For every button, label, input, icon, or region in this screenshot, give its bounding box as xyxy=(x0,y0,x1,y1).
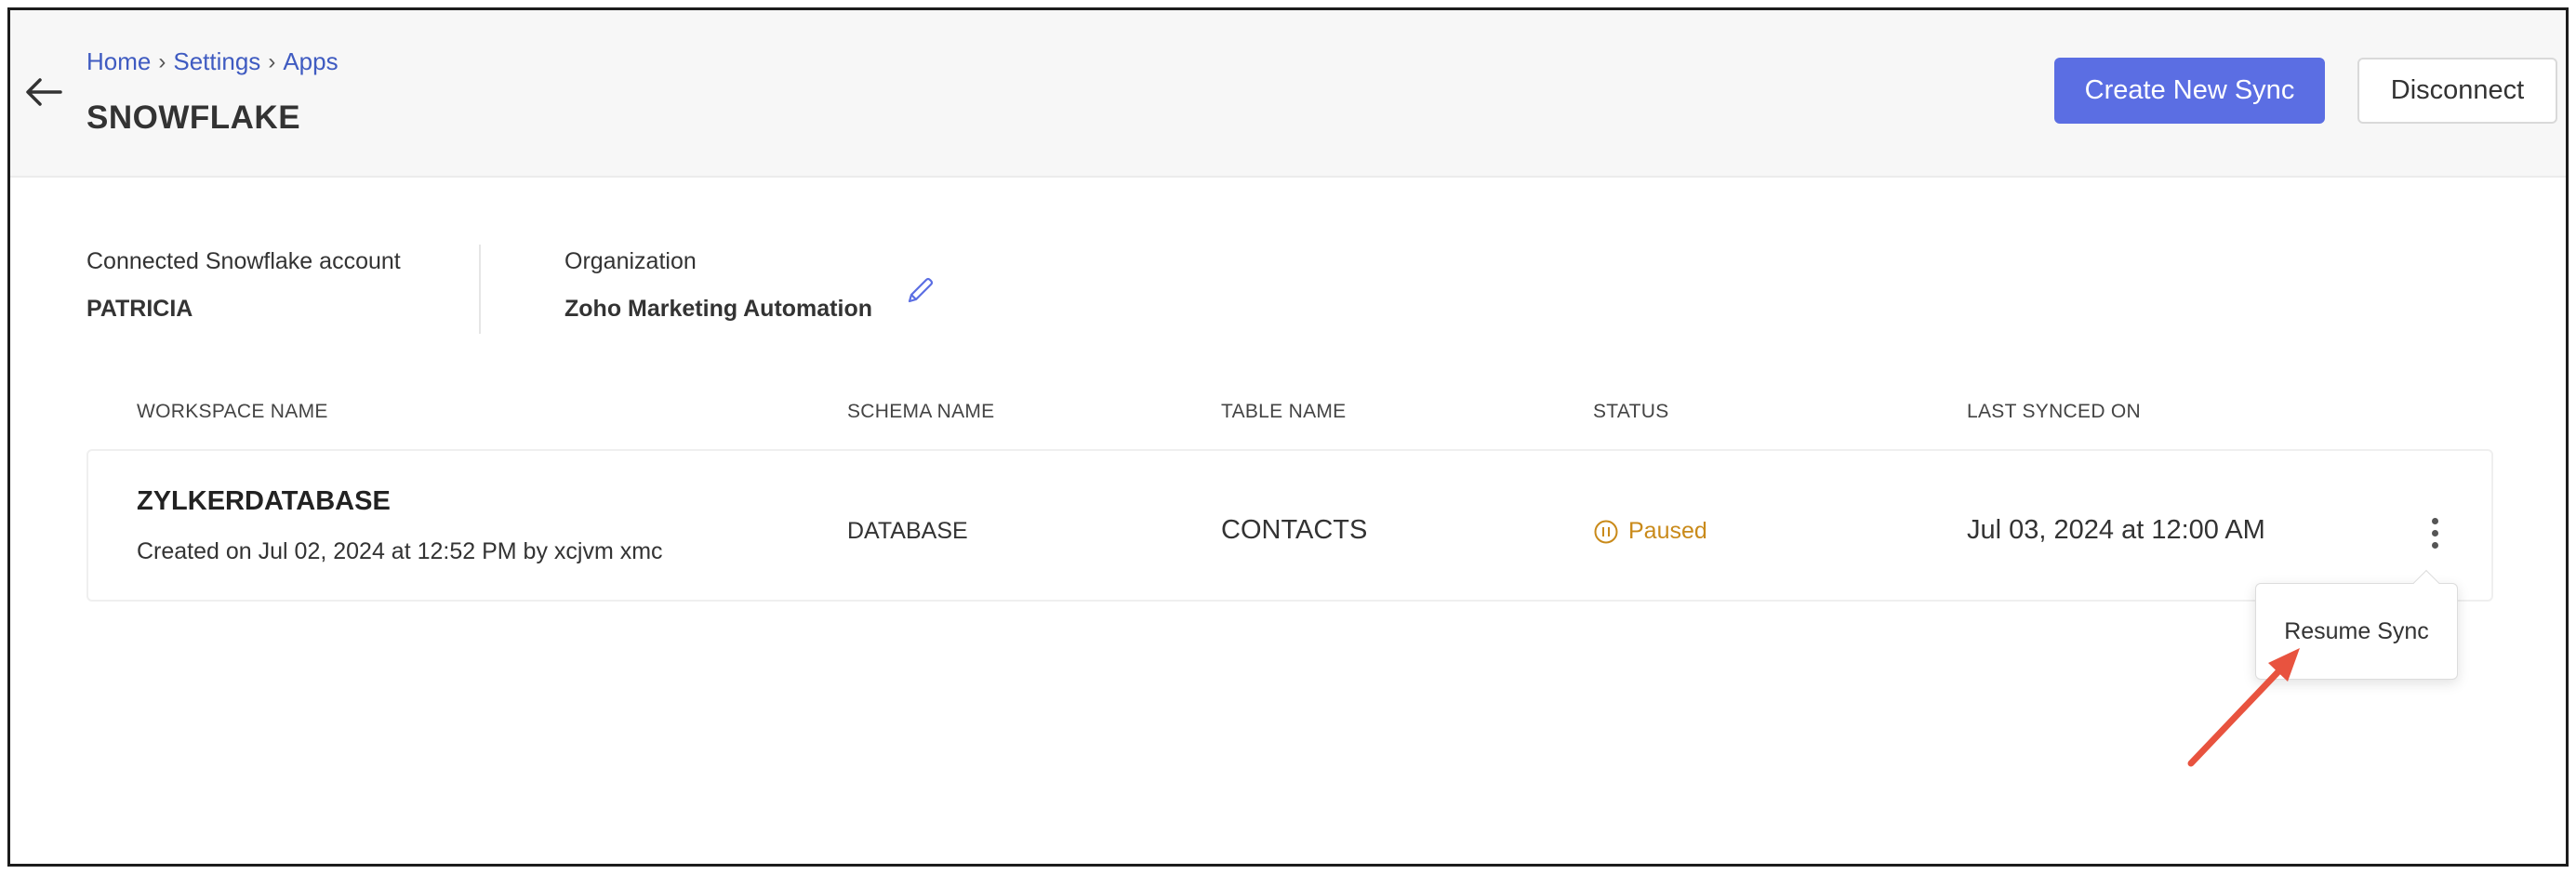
kebab-menu-icon[interactable] xyxy=(2421,510,2449,555)
column-header-last-synced: LAST SYNCED ON xyxy=(1967,401,2142,422)
connected-account-block: Connected Snowflake account PATRICIA xyxy=(86,248,401,323)
disconnect-button[interactable]: Disconnect xyxy=(2357,58,2557,124)
resume-sync-menu-item[interactable]: Resume Sync xyxy=(2256,584,2457,679)
breadcrumb: Home › Settings › Apps xyxy=(86,47,339,76)
workspace-created-info: Created on Jul 02, 2024 at 12:52 PM by x… xyxy=(137,538,663,564)
breadcrumb-separator: › xyxy=(268,48,276,74)
pause-circle-icon xyxy=(1594,520,1618,543)
column-header-status: STATUS xyxy=(1593,401,1669,422)
breadcrumb-apps[interactable]: Apps xyxy=(283,47,338,76)
status-badge: Paused xyxy=(1593,518,1707,545)
table-name: CONTACTS xyxy=(1221,515,1368,545)
connected-account-value: PATRICIA xyxy=(86,296,193,322)
page-header: Home › Settings › Apps SNOWFLAKE Create … xyxy=(10,10,2566,178)
organization-label: Organization xyxy=(564,248,697,274)
breadcrumb-home[interactable]: Home xyxy=(86,47,151,76)
back-arrow-icon[interactable] xyxy=(20,68,68,116)
column-header-table: TABLE NAME xyxy=(1221,401,1347,422)
edit-pencil-icon[interactable] xyxy=(901,272,938,310)
page-title: SNOWFLAKE xyxy=(86,99,301,136)
organization-value: Zoho Marketing Automation xyxy=(564,296,872,322)
column-header-schema: SCHEMA NAME xyxy=(847,401,995,422)
create-new-sync-button[interactable]: Create New Sync xyxy=(2054,58,2325,124)
app-window: Home › Settings › Apps SNOWFLAKE Create … xyxy=(7,7,2569,867)
schema-name: DATABASE xyxy=(847,518,968,544)
workspace-name: ZYLKERDATABASE xyxy=(137,486,391,516)
connected-account-label: Connected Snowflake account xyxy=(86,248,401,274)
row-actions-menu: Resume Sync xyxy=(2255,583,2458,680)
organization-block: Organization Zoho Marketing Automation xyxy=(564,248,872,323)
breadcrumb-settings[interactable]: Settings xyxy=(173,47,260,76)
status-text: Paused xyxy=(1628,518,1707,544)
breadcrumb-separator: › xyxy=(158,48,166,74)
column-header-workspace: WORKSPACE NAME xyxy=(137,401,328,422)
last-synced-value: Jul 03, 2024 at 12:00 AM xyxy=(1967,515,2265,545)
divider xyxy=(479,245,481,334)
